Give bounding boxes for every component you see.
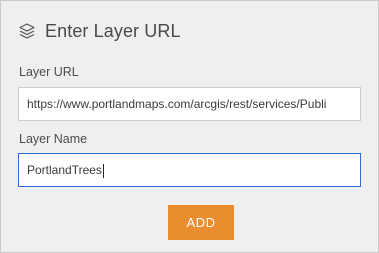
layer-name-label: Layer Name	[19, 132, 88, 146]
layer-url-value: https://www.portlandmaps.com/arcgis/rest…	[27, 97, 327, 111]
layer-url-label: Layer URL	[19, 65, 79, 79]
add-button[interactable]: ADD	[168, 205, 234, 240]
layer-name-value: PortlandTrees	[27, 163, 102, 177]
layer-url-input[interactable]: https://www.portlandmaps.com/arcgis/rest…	[18, 87, 361, 121]
panel-title: Enter Layer URL	[45, 20, 181, 41]
layer-name-input[interactable]: PortlandTrees	[18, 153, 361, 187]
layers-icon	[18, 22, 36, 40]
panel-header: Enter Layer URL	[18, 19, 181, 43]
enter-layer-url-panel: Enter Layer URL Layer URL https://www.po…	[0, 0, 379, 253]
text-caret	[102, 163, 104, 178]
